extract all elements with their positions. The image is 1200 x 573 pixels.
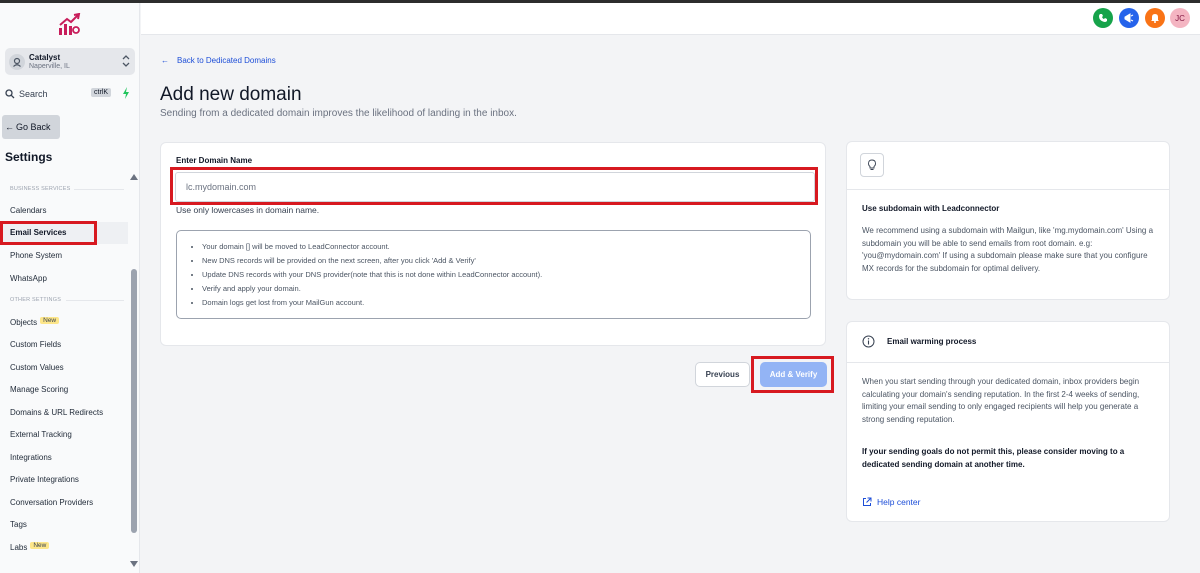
list-item: Domain logs get lost from your MailGun a… xyxy=(202,296,810,310)
card-divider xyxy=(847,189,1169,190)
user-avatar[interactable]: JC xyxy=(1170,8,1190,28)
domain-hint: Use only lowercases in domain name. xyxy=(176,205,320,215)
sidebar-item-custom-values[interactable]: Custom Values xyxy=(10,363,64,372)
help-center-link[interactable]: Help center xyxy=(862,497,920,507)
search-icon xyxy=(5,89,15,99)
sidebar-item-whatsapp[interactable]: WhatsApp xyxy=(10,274,47,283)
back-link-label: Back to Dedicated Domains xyxy=(177,56,276,65)
list-item: Your domain [] will be moved to LeadConn… xyxy=(202,240,810,254)
sidebar-item-labs[interactable]: Labs New xyxy=(10,542,50,552)
page-subtitle: Sending from a dedicated domain improves… xyxy=(160,108,517,119)
sidebar-item-calendars[interactable]: Calendars xyxy=(10,206,46,215)
phone-icon xyxy=(1099,14,1107,22)
list-item: New DNS records will be provided on the … xyxy=(202,254,810,268)
go-back-label: Go Back xyxy=(16,122,51,132)
phone-icon-button[interactable] xyxy=(1093,8,1113,28)
megaphone-icon xyxy=(1124,13,1134,23)
sidebar-item-integrations[interactable]: Integrations xyxy=(10,453,52,462)
search-label: Search xyxy=(19,89,48,99)
lightbulb-icon xyxy=(860,153,884,177)
new-badge: New xyxy=(30,542,50,549)
domain-field-label: Enter Domain Name xyxy=(176,156,253,165)
highlight-box-add-verify xyxy=(751,356,834,393)
settings-title: Settings xyxy=(5,150,53,164)
card-divider xyxy=(847,362,1169,363)
domain-notes-box: Your domain [] will be moved to LeadConn… xyxy=(176,230,811,319)
megaphone-icon-button[interactable] xyxy=(1119,8,1139,28)
bell-icon-button[interactable] xyxy=(1145,8,1165,28)
highlight-box-domain-input xyxy=(170,167,818,205)
go-back-button[interactable]: ← Go Back xyxy=(2,115,60,139)
subdomain-tip-card xyxy=(846,141,1170,300)
search-shortcut: ctrlK xyxy=(91,88,111,97)
sidebar-scrollbar[interactable] xyxy=(131,269,137,533)
scroll-down-icon[interactable] xyxy=(130,560,138,568)
account-switcher[interactable]: Catalyst Naperville, IL xyxy=(5,48,135,75)
sidebar-item-custom-fields[interactable]: Custom Fields xyxy=(10,340,61,349)
previous-button[interactable]: Previous xyxy=(695,362,750,387)
external-link-icon xyxy=(863,497,872,506)
bell-icon xyxy=(1151,14,1159,23)
scroll-up-icon[interactable] xyxy=(130,173,138,181)
list-item: Verify and apply your domain. xyxy=(202,282,810,296)
bolt-icon[interactable] xyxy=(119,85,133,101)
email-warming-note: If your sending goals do not permit this… xyxy=(862,447,1125,469)
section-divider xyxy=(74,189,124,190)
account-location: Naperville, IL xyxy=(29,62,70,70)
sidebar-item-private-integrations[interactable]: Private Integrations xyxy=(10,475,79,484)
section-divider xyxy=(66,300,124,301)
sidebar-search[interactable]: Search ctrlK xyxy=(5,86,113,102)
list-item: Update DNS records with your DNS provide… xyxy=(202,268,810,282)
sidebar-item-label: Labs xyxy=(10,543,28,552)
email-warming-text: When you start sending through your dedi… xyxy=(862,377,1140,424)
app-logo-icon xyxy=(59,13,81,35)
arrow-left-icon: ← xyxy=(5,122,14,132)
back-to-dedicated-domains-link[interactable]: ← Back to Dedicated Domains xyxy=(161,56,276,65)
sidebar-item-label: Objects xyxy=(10,318,38,327)
sidebar-item-external-tracking[interactable]: External Tracking xyxy=(10,430,72,439)
sidebar-item-phone-system[interactable]: Phone System xyxy=(10,251,62,260)
highlight-box-email-services xyxy=(0,221,97,245)
sidebar: Catalyst Naperville, IL Search ctrlK ← G… xyxy=(0,3,140,573)
arrow-left-icon: ← xyxy=(161,56,169,65)
sidebar-item-tags[interactable]: Tags xyxy=(10,520,27,529)
section-label-other: OTHER SETTINGS xyxy=(10,297,62,303)
sidebar-item-conversation-providers[interactable]: Conversation Providers xyxy=(10,498,93,507)
location-icon xyxy=(9,53,25,70)
sidebar-item-objects[interactable]: Objects New xyxy=(10,317,60,327)
sidebar-item-domains-url-redirects[interactable]: Domains & URL Redirects xyxy=(10,408,103,417)
email-warming-title: Email warming process xyxy=(887,337,977,346)
help-center-label: Help center xyxy=(877,497,921,507)
subdomain-tip-title: Use subdomain with Leadconnector xyxy=(862,204,1000,213)
chevron-updown-icon xyxy=(122,55,130,67)
info-icon xyxy=(862,335,875,348)
sidebar-item-manage-scoring[interactable]: Manage Scoring xyxy=(10,385,68,394)
account-name: Catalyst xyxy=(29,52,61,62)
top-bar xyxy=(141,3,1200,35)
subdomain-tip-text: We recommend using a subdomain with Mail… xyxy=(862,226,1154,273)
new-badge: New xyxy=(40,317,60,324)
page-title: Add new domain xyxy=(160,84,302,105)
section-label-business: BUSINESS SERVICES xyxy=(10,186,71,192)
